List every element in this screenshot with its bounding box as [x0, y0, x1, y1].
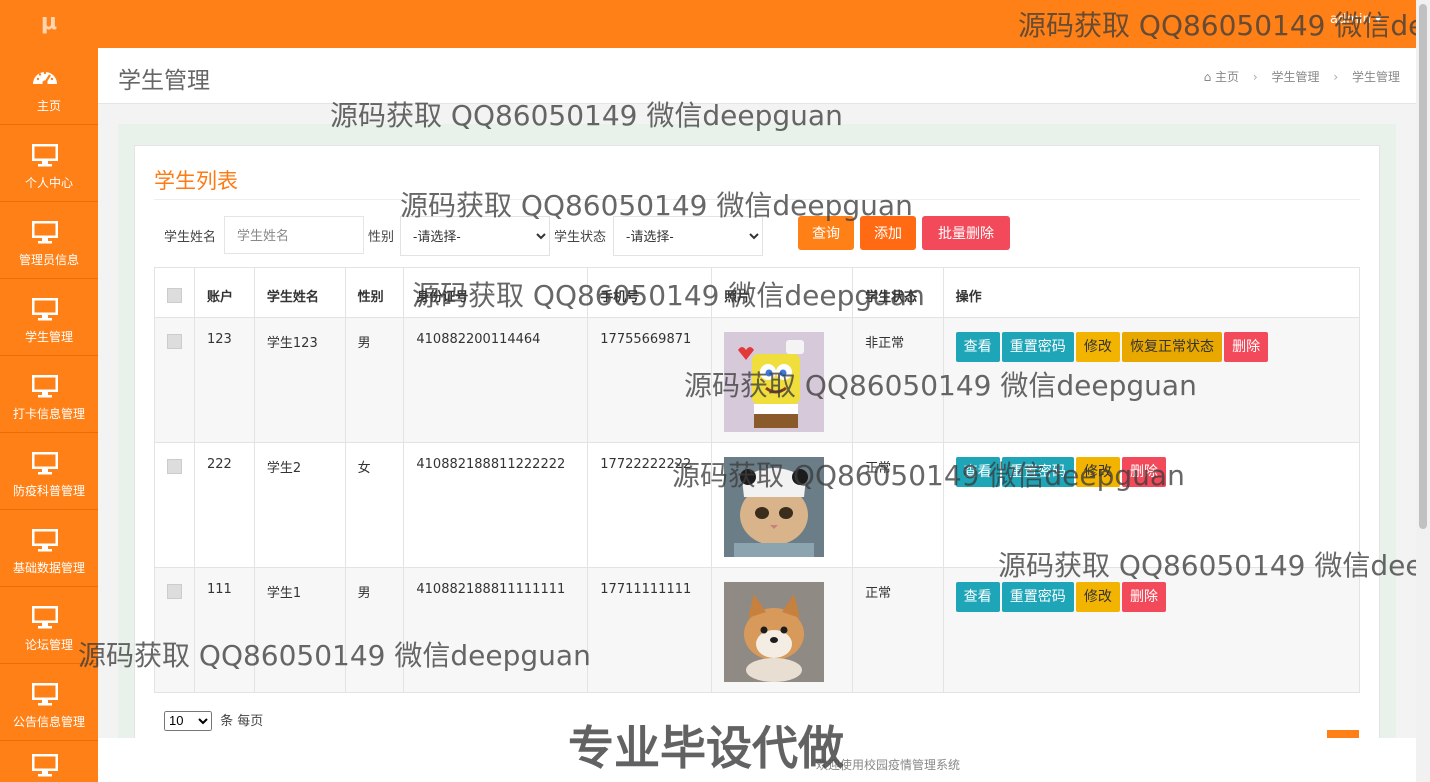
- watermark-text: 源码获取 QQ86050149 微信deepguan: [684, 369, 1197, 402]
- monitor-icon: [32, 754, 58, 777]
- sidebar-item-label: 防疫科普管理: [12, 484, 85, 498]
- shiba-photo: [724, 582, 825, 682]
- row-select-cell: [154, 317, 195, 443]
- sidebar-item-epidemic-science[interactable]: 防疫科普管理: [0, 433, 98, 510]
- view-button[interactable]: 查看: [955, 582, 1000, 612]
- view-button[interactable]: 查看: [955, 332, 1000, 362]
- breadcrumb-home[interactable]: 主页: [1215, 70, 1239, 84]
- batch-delete-button[interactable]: 批量删除: [922, 216, 1010, 250]
- sidebar-item-more[interactable]: [0, 741, 98, 782]
- phone-cell: 17711111111: [587, 567, 713, 693]
- status-cell: 正常: [852, 567, 944, 693]
- delete-button[interactable]: 删除: [1122, 582, 1167, 612]
- watermark-text: 源码获取 QQ86050149 微信deepguan: [78, 639, 591, 672]
- account-cell: 222: [194, 442, 255, 568]
- name-filter-input[interactable]: [224, 216, 364, 254]
- breadcrumb-item: 学生管理: [1351, 70, 1400, 84]
- column-header: 学生姓名: [253, 267, 346, 318]
- name-cell: 学生123: [253, 317, 346, 443]
- monitor-icon: [32, 221, 58, 244]
- id-card-cell: 410882188811222222: [403, 442, 589, 568]
- home-icon: ⌂: [1203, 70, 1212, 84]
- status-filter-label: 学生状态: [554, 230, 607, 245]
- monitor-icon: [32, 298, 58, 321]
- watermark-text: 源码获取 QQ86050149 微信deepguan: [998, 549, 1416, 582]
- per-page-label: 条 每页: [220, 714, 264, 729]
- watermark-text: 源码获取 QQ86050149 微信deepguan: [330, 99, 843, 132]
- edit-button[interactable]: 修改: [1075, 582, 1120, 612]
- scrollbar-thumb[interactable]: [1419, 4, 1427, 529]
- sidebar-item-students[interactable]: 学生管理: [0, 279, 98, 356]
- row-checkbox[interactable]: [167, 584, 182, 599]
- row-select-cell: [154, 442, 195, 568]
- watermark-text: 源码获取 QQ86050149 微信deepguan: [672, 459, 1185, 492]
- sidebar-item-label: 打卡信息管理: [12, 407, 85, 421]
- column-header: 性别: [344, 267, 405, 318]
- restore-status-button[interactable]: 恢复正常状态: [1122, 332, 1223, 362]
- sidebar-item-home[interactable]: 主页: [0, 48, 98, 125]
- sidebar-item-profile[interactable]: 个人中心: [0, 125, 98, 202]
- photo-cell: [711, 567, 854, 693]
- breadcrumb-item[interactable]: 学生管理: [1272, 70, 1320, 84]
- breadcrumb: ⌂ 主页 › 学生管理 › 学生管理: [1204, 68, 1400, 85]
- column-header: 操作: [942, 267, 1361, 318]
- gender-filter-label: 性别: [368, 230, 395, 245]
- account-cell: 123: [194, 317, 255, 443]
- actions-cell: 查看 重置密码 修改 删除: [942, 567, 1361, 693]
- sidebar-item-label: 个人中心: [24, 176, 73, 190]
- gender-cell: 男: [344, 317, 405, 443]
- sidebar-item-label: 主页: [36, 99, 61, 113]
- chevron-right-icon: ›: [1252, 70, 1258, 84]
- watermark-text: 源码获取 QQ86050149 微信deepguan: [400, 189, 913, 222]
- watermark-banner: 专业毕设代做: [568, 721, 844, 775]
- watermark-text: 源码获取 QQ86050149 微信deepguan: [1018, 9, 1416, 42]
- sidebar-item-base-data[interactable]: 基础数据管理: [0, 510, 98, 587]
- id-card-cell: 410882200114464: [403, 317, 589, 443]
- monitor-icon: [32, 375, 58, 398]
- vertical-scrollbar[interactable]: [1416, 0, 1430, 782]
- card-title: 学生列表: [154, 169, 238, 193]
- select-all-checkbox[interactable]: [167, 288, 182, 303]
- monitor-icon: [32, 683, 58, 706]
- page-title: 学生管理: [118, 68, 210, 94]
- row-checkbox[interactable]: [167, 334, 182, 349]
- monitor-icon: [32, 452, 58, 475]
- sidebar-item-admin-info[interactable]: 管理员信息: [0, 202, 98, 279]
- sidebar-item-label: 基础数据管理: [12, 561, 85, 575]
- sidebar-item-notices[interactable]: 公告信息管理: [0, 664, 98, 741]
- name-filter-label: 学生姓名: [164, 230, 217, 245]
- dashboard-icon: [33, 71, 57, 86]
- monitor-icon: [32, 144, 58, 167]
- reset-password-button[interactable]: 重置密码: [1001, 332, 1074, 362]
- row-checkbox[interactable]: [167, 459, 182, 474]
- sidebar-item-checkin[interactable]: 打卡信息管理: [0, 356, 98, 433]
- column-header: 账户: [194, 267, 255, 318]
- gender-cell: 女: [344, 442, 405, 568]
- sidebar-item-label: 学生管理: [24, 330, 73, 344]
- monitor-icon: [32, 529, 58, 552]
- name-cell: 学生2: [253, 442, 346, 568]
- chevron-right-icon: ›: [1333, 70, 1339, 84]
- sidebar-item-label: 公告信息管理: [12, 715, 85, 729]
- monitor-icon: [32, 606, 58, 629]
- reset-password-button[interactable]: 重置密码: [1001, 582, 1074, 612]
- select-all-cell: [154, 267, 195, 318]
- watermark-text: 源码获取 QQ86050149 微信deepguan: [412, 279, 925, 312]
- sidebar-item-label: 管理员信息: [18, 253, 79, 267]
- edit-button[interactable]: 修改: [1075, 332, 1120, 362]
- delete-button[interactable]: 删除: [1224, 332, 1269, 362]
- page-size-select[interactable]: 10: [164, 710, 212, 731]
- pagination: 10 条 每页: [164, 710, 263, 731]
- app-logo: μ: [40, 10, 58, 35]
